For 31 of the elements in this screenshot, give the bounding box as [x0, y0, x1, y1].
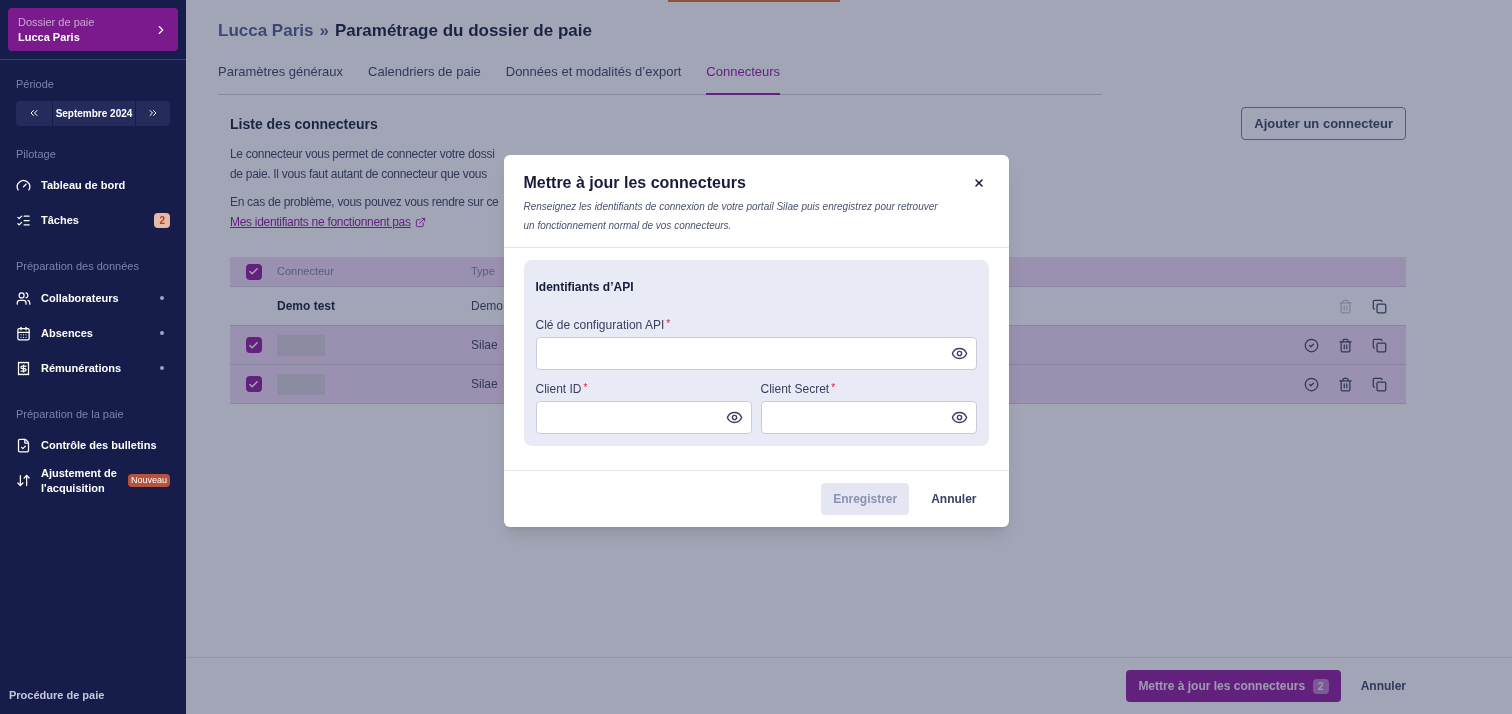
field-label: Clé de configuration API: [535, 317, 665, 334]
folder-name: Lucca Paris: [18, 29, 81, 45]
required-mark: *: [666, 317, 671, 331]
period-label: Période: [16, 77, 55, 92]
sidebar-section-title: Pilotage: [16, 146, 57, 162]
description-text: Le connecteur vous permet de connecter votre dossi: [230, 146, 495, 163]
field-label: Client Secret: [760, 381, 830, 398]
modal-title: Mettre à jour les connecteurs: [523, 173, 746, 193]
panel-title: Identifiants d’API: [535, 279, 635, 296]
sidebar-section-title: Préparation des données: [16, 259, 140, 274]
table-cell: Demo test: [277, 299, 335, 313]
required-mark: *: [583, 381, 588, 395]
period-value: Septembre 2024: [53, 100, 135, 126]
column-header: Connecteur: [277, 264, 335, 280]
new-badge: Nouveau: [127, 473, 170, 488]
section-title: Liste des connecteurs: [230, 115, 378, 134]
count-badge: 2: [154, 213, 170, 228]
sidebar-section-title: Préparation de la paie: [16, 406, 125, 422]
description-text: de paie. Il vous faut autant de connecteur que vous: [230, 166, 487, 183]
required-mark: *: [831, 381, 836, 395]
table-cell-text: Silae: [471, 337, 498, 354]
page-title: Paramétrage du dossier de paie: [334, 20, 592, 42]
breadcrumb-separator: »: [319, 20, 329, 42]
table-cell-text: Demo: [471, 298, 503, 315]
folder-label: Dossier de paie: [18, 14, 95, 30]
modal-description: Renseignez les identifiants de connexion de votre portail Silae puis enregistrez pour retrouver un fonctionnement normal de vos connecteurs.: [523, 200, 939, 233]
count-badge: 2: [1313, 678, 1329, 694]
description-text: En cas de problème, vous pouvez vous rendre sur ce: [230, 194, 499, 211]
column-header: Type: [471, 264, 495, 280]
table-cell-text: Silae: [471, 376, 498, 393]
field-label: Client ID: [535, 381, 582, 398]
